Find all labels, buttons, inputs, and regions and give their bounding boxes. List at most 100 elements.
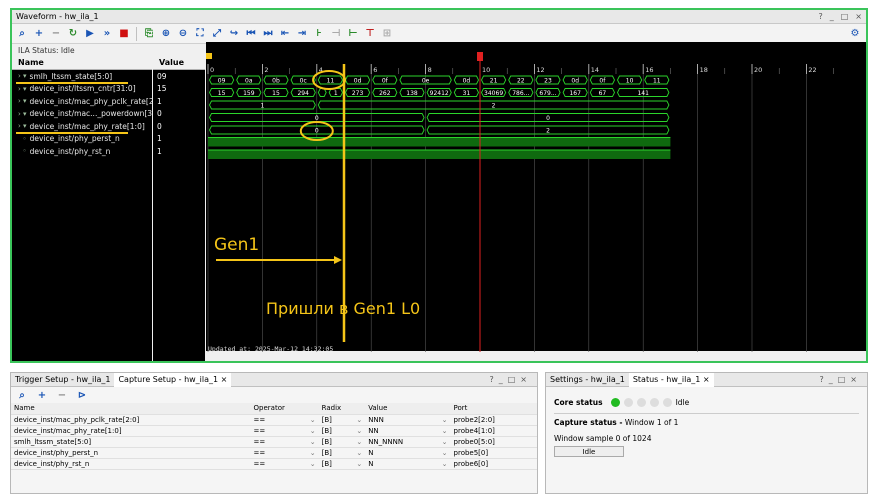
table-cell[interactable]: NNN ⌄ — [365, 414, 451, 426]
table-cell[interactable]: N ⌄ — [365, 458, 451, 470]
annotation-gen1: Gen1 — [214, 235, 259, 255]
table-row[interactable]: device_inst/phy_perst_n == ⌄ [B] ⌄ N ⌄ probe5[0… — [11, 447, 537, 459]
signal-row[interactable]: ◦ device_inst/phy_rst_n — [12, 145, 152, 158]
chevron-down-icon[interactable]: ⌄ — [356, 438, 362, 446]
zoom-cursor-icon[interactable]: ⤢ — [210, 27, 224, 41]
tab-settings[interactable]: Settings - hw_ila_1 — [546, 373, 629, 387]
prev-transition-icon[interactable]: ⇤ — [278, 27, 292, 41]
table-cell[interactable]: == ⌄ — [250, 436, 319, 448]
chevron-down-icon[interactable]: ⌄ — [442, 449, 448, 457]
table-cell[interactable]: [B] ⌄ — [318, 458, 366, 470]
value-column-header[interactable]: Value — [153, 56, 205, 70]
chevron-down-icon[interactable]: ⌄ — [356, 427, 362, 435]
chevron-down-icon[interactable]: ⌄ — [442, 460, 448, 468]
chevron-down-icon[interactable]: ⌄ — [442, 416, 448, 424]
add-marker-icon[interactable]: ⊦ — [312, 27, 326, 41]
go-first-icon[interactable]: ⏮ — [244, 27, 258, 41]
search-icon[interactable]: ⌕ — [15, 388, 29, 402]
column-header[interactable]: Radix — [318, 403, 366, 415]
tab-capture-setup[interactable]: Capture Setup - hw_ila_1 × — [114, 372, 232, 387]
chevron-down-icon[interactable]: ⌄ — [310, 438, 316, 446]
next-marker-icon[interactable]: ⊢ — [346, 27, 360, 41]
chevron-down-icon[interactable]: ⌄ — [356, 449, 362, 457]
column-header[interactable]: Port — [450, 403, 537, 415]
remove-icon[interactable]: − — [49, 27, 63, 41]
next-transition-icon[interactable]: ⇥ — [295, 27, 309, 41]
signal-row[interactable]: › ▾ device_inst/mac_phy_pclk_rate[2:0] — [12, 95, 152, 108]
bus-value: 167 — [569, 90, 581, 97]
table-cell[interactable]: == ⌄ — [250, 425, 319, 437]
tab-status[interactable]: Status - hw_ila_1 × — [628, 372, 714, 387]
table-row[interactable]: device_inst/mac_phy_rate[1:0] == ⌄ [B] ⌄ NN ⌄ p… — [11, 425, 537, 437]
origin-marker — [206, 53, 212, 59]
tab-trigger-setup[interactable]: Trigger Setup - hw_ila_1 — [11, 373, 114, 387]
waveform-canvas[interactable]: 0 2 4 6 8 10 12 14 16 18 20 2209 0a 0b 0c 11 0d 0f 0e 0d 21 2… — [206, 42, 870, 355]
column-header[interactable]: Operator — [250, 403, 319, 415]
add-probe-icon[interactable]: + — [35, 388, 49, 402]
table-cell: probe0[5:0] — [450, 436, 537, 448]
prev-marker-icon[interactable]: ⊣ — [329, 27, 343, 41]
export-icon[interactable]: ⎘ — [142, 27, 156, 41]
zoom-fit-icon[interactable]: ⛶ — [193, 27, 207, 41]
remove-marker-icon[interactable]: ⊤ — [363, 27, 377, 41]
signal-name: device_inst/mac_phy_rate[1:0] — [29, 121, 145, 131]
zoom-in-icon[interactable]: ⊕ — [159, 27, 173, 41]
tick-label: 6 — [373, 66, 377, 74]
table-cell[interactable]: NN_NNNN ⌄ — [365, 436, 451, 448]
table-cell[interactable]: [B] ⌄ — [318, 425, 366, 437]
signal-row[interactable]: › ▾ device_inst/ltssm_cntr[31:0] — [12, 83, 152, 96]
refresh-icon[interactable]: ↻ — [66, 27, 80, 41]
chevron-down-icon[interactable]: ⌄ — [442, 427, 448, 435]
signal-name: device_inst/mac_phy_pclk_rate[2:0] — [29, 96, 152, 106]
table-row[interactable]: smlh_ltssm_state[5:0] == ⌄ [B] ⌄ NN_NNNN ⌄ prob… — [11, 436, 537, 448]
run-immediate-icon[interactable]: » — [100, 27, 114, 41]
help-button[interactable]: ? — [818, 12, 822, 21]
bus-value: 67 — [599, 90, 607, 97]
signal-row[interactable]: › ▾ device_inst/mac..._powerdown[3:0] — [12, 108, 152, 121]
signal-row[interactable]: › ▾ smlh_ltssm_state[5:0] — [12, 70, 152, 83]
table-cell[interactable]: [B] ⌄ — [318, 414, 366, 426]
column-header[interactable]: Name — [11, 403, 251, 415]
name-column-header[interactable]: Name — [12, 56, 152, 70]
table-cell[interactable]: NN ⌄ — [365, 425, 451, 437]
remove-probe-icon[interactable]: − — [55, 388, 69, 402]
search-icon[interactable]: ⌕ — [15, 27, 29, 41]
chevron-down-icon[interactable]: ⌄ — [442, 438, 448, 446]
minimize-button[interactable]: _ — [830, 12, 834, 21]
chevron-down-icon[interactable]: ⌄ — [356, 460, 362, 468]
close-button[interactable]: × — [855, 12, 862, 21]
signal-row[interactable]: ◦ device_inst/phy_perst_n — [12, 133, 152, 146]
waveform-titlebar: Waveform - hw_ila_1 ? _ □ × — [12, 10, 866, 24]
table-row[interactable]: device_inst/phy_rst_n == ⌄ [B] ⌄ N ⌄ probe6[0] — [11, 458, 537, 470]
signal-row[interactable]: › ▾ device_inst/mac_phy_rate[1:0] — [12, 120, 152, 133]
table-cell[interactable]: N ⌄ — [365, 447, 451, 459]
table-cell[interactable]: == ⌄ — [250, 447, 319, 459]
chevron-down-icon[interactable]: ⌄ — [310, 427, 316, 435]
chevron-down-icon[interactable]: ⌄ — [310, 460, 316, 468]
table-cell[interactable]: [B] ⌄ — [318, 436, 366, 448]
column-header[interactable]: Value — [365, 403, 451, 415]
bus-value: 262 — [379, 90, 391, 97]
add-icon[interactable]: + — [32, 27, 46, 41]
bus-value: 141 — [637, 90, 649, 97]
table-cell[interactable]: [B] ⌄ — [318, 447, 366, 459]
bus-value: 273 — [352, 90, 364, 97]
stop-icon[interactable]: ■ — [117, 27, 131, 41]
condition-icon[interactable]: ⊳ — [75, 388, 89, 402]
table-cell[interactable]: == ⌄ — [250, 458, 319, 470]
zoom-out-icon[interactable]: ⊖ — [176, 27, 190, 41]
waveform-window: Waveform - hw_ila_1 ? _ □ × ⌕ + − ↻ ▶ » … — [10, 8, 868, 363]
maximize-button[interactable]: □ — [841, 12, 849, 21]
table-row[interactable]: device_inst/mac_phy_pclk_rate[2:0] == ⌄ [B]… — [11, 414, 537, 426]
state-button[interactable]: Idle — [554, 446, 624, 457]
run-icon[interactable]: ▶ — [83, 27, 97, 41]
chevron-down-icon[interactable]: ⌄ — [310, 449, 316, 457]
marker-icon[interactable]: ↪ — [227, 27, 241, 41]
waveform-area[interactable]: 0 2 4 6 8 10 12 14 16 18 20 22 09 0a 0b 0c 11 0d 0f 0e 0d 21 2… — [206, 42, 866, 353]
table-cell[interactable]: == ⌄ — [250, 414, 319, 426]
chevron-down-icon[interactable]: ⌄ — [310, 416, 316, 424]
go-last-icon[interactable]: ⏭ — [261, 27, 275, 41]
chevron-down-icon[interactable]: ⌄ — [356, 416, 362, 424]
gear-icon[interactable]: ⚙ — [848, 27, 862, 41]
swap-icon[interactable]: ⊞ — [380, 27, 394, 41]
